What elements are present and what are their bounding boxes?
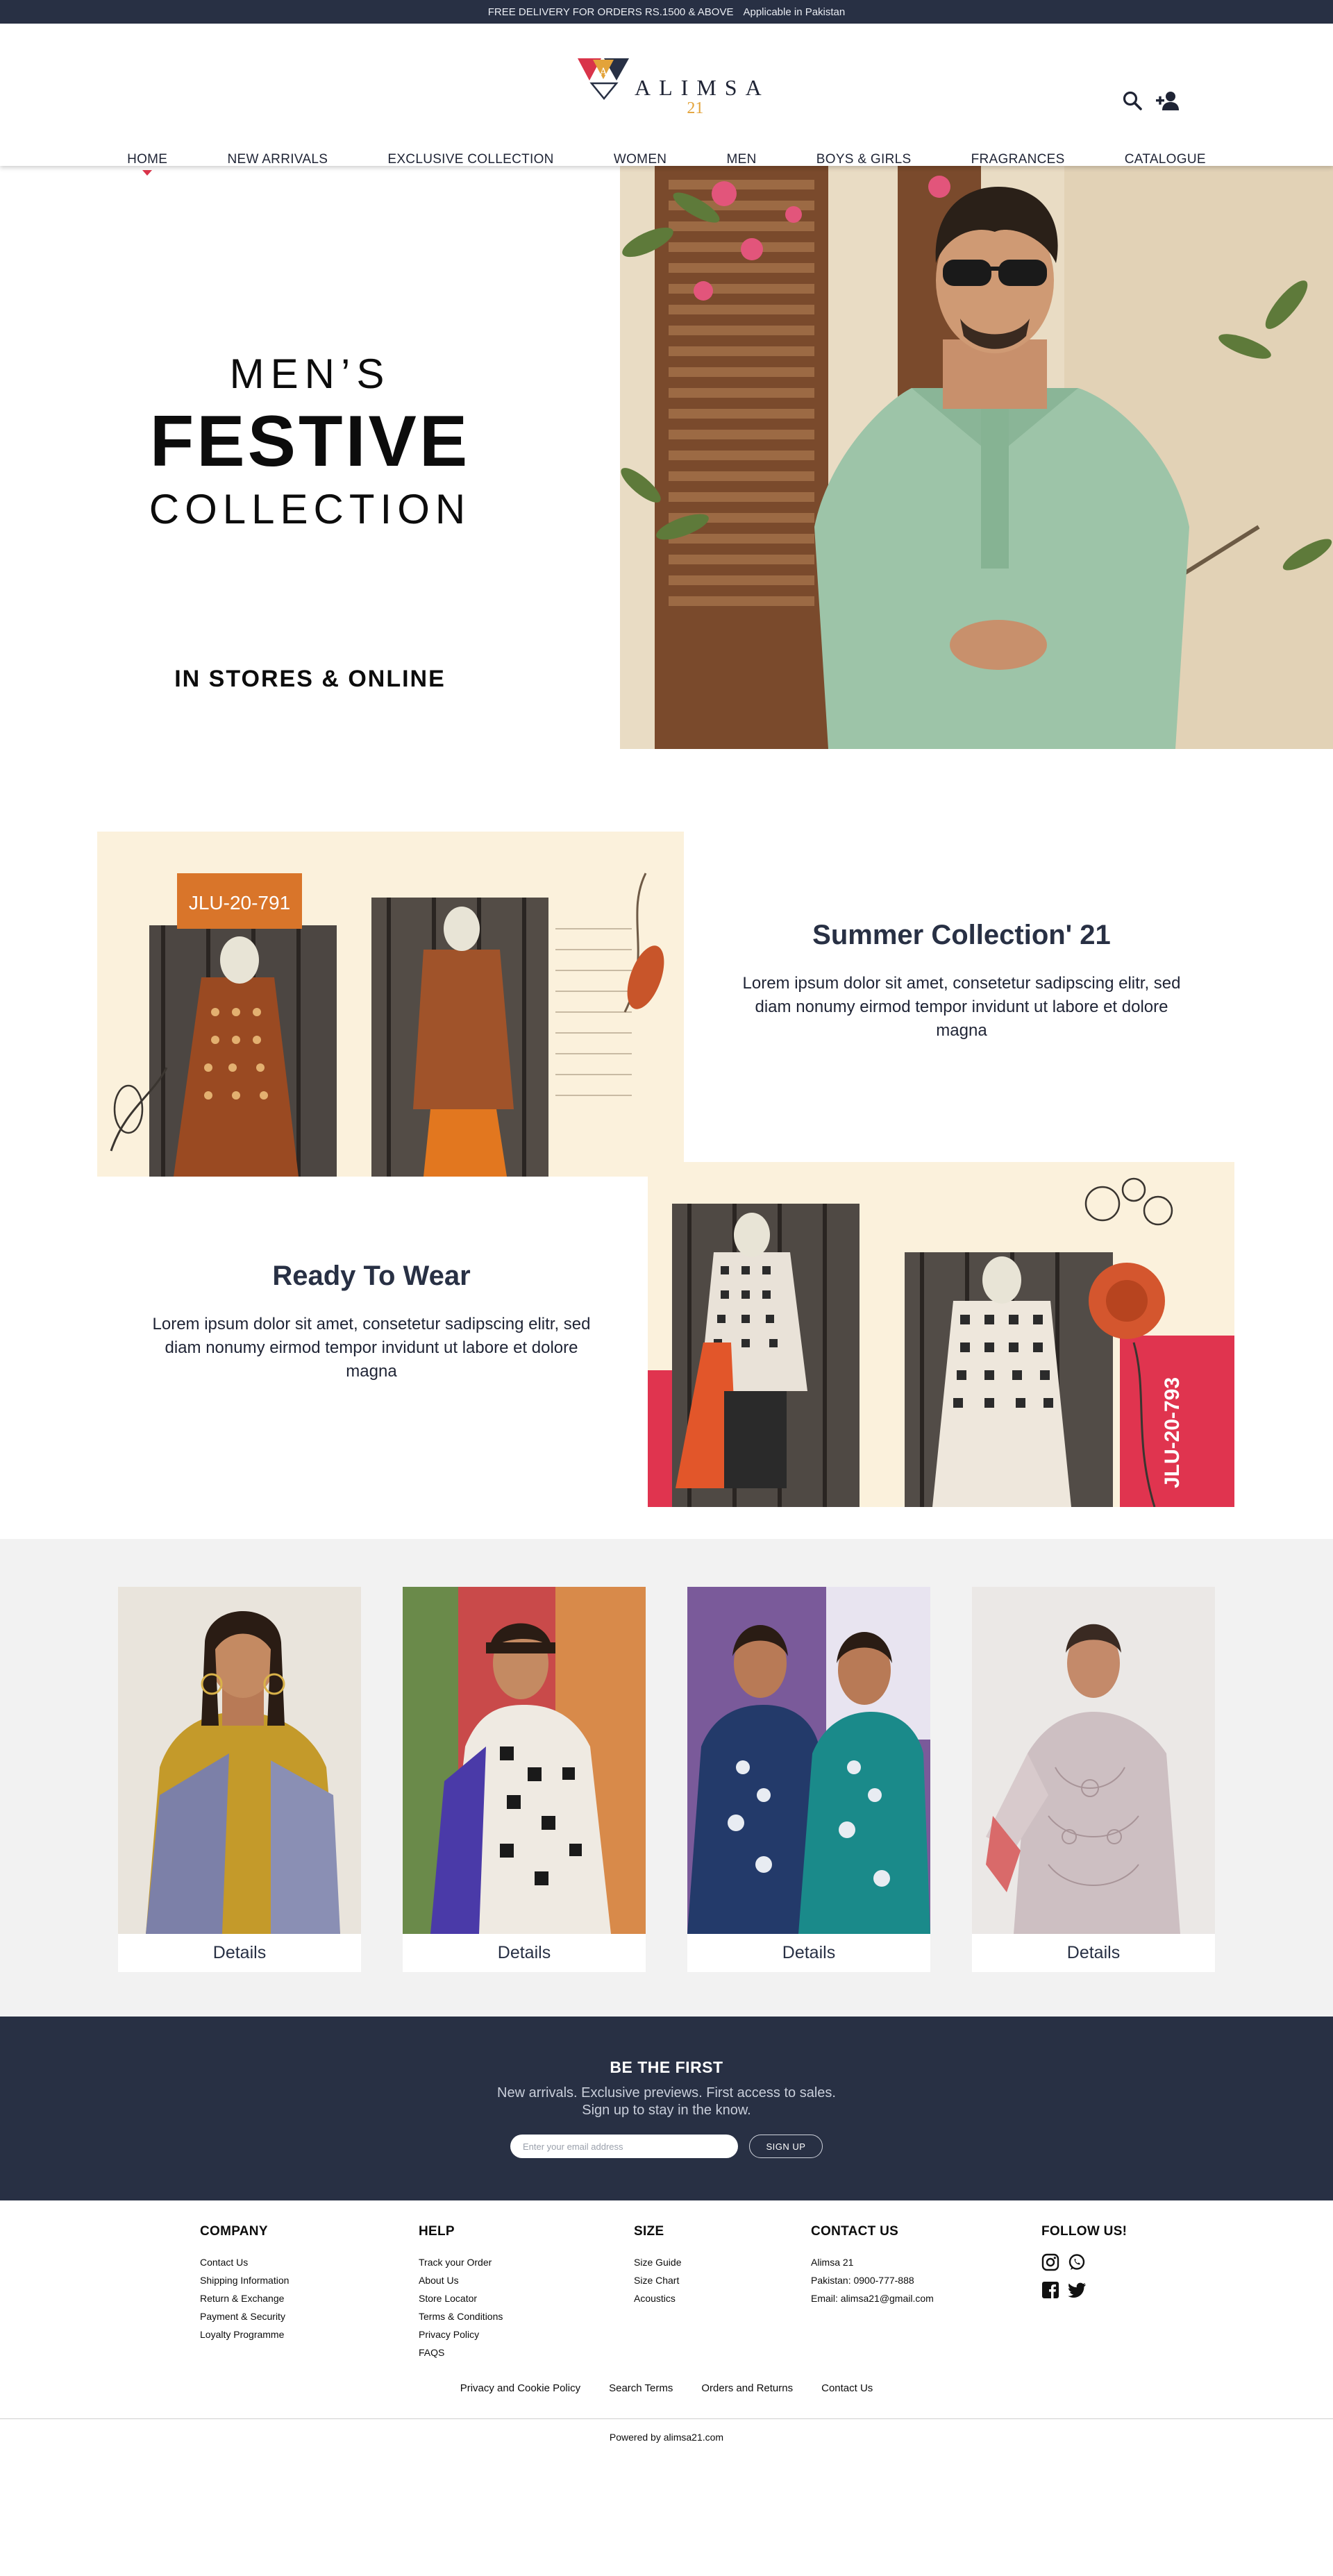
ready-to-wear-tag: JLU-20-793 — [1161, 1377, 1184, 1488]
footer-link[interactable]: Track your Order — [419, 2253, 503, 2271]
nav-catalogue[interactable]: CATALOGUE — [1125, 152, 1206, 184]
summer-collection-image[interactable]: JLU-20-791 — [97, 832, 684, 1177]
svg-text:A: A — [599, 67, 607, 78]
sign-up-button[interactable]: SIGN UP — [749, 2135, 823, 2158]
footer-link[interactable]: Return & Exchange — [200, 2289, 289, 2307]
newsletter-form: SIGN UP — [0, 2135, 1333, 2158]
details-button[interactable]: Details — [687, 1934, 930, 1972]
instagram-icon[interactable] — [1041, 2253, 1059, 2271]
feature-summer-collection: JLU-20-791 Summer Collection' 21 Lorem i… — [0, 749, 1333, 1177]
ready-to-wear-text: Ready To Wear Lorem ipsum dolor sit amet… — [139, 1261, 604, 1383]
site-footer: COMPANY Contact Us Shipping Information … — [0, 2200, 1333, 2448]
product-image[interactable] — [118, 1587, 361, 1934]
product-card[interactable]: Details — [403, 1587, 646, 1972]
promo-note: Applicable in Pakistan — [743, 6, 846, 18]
footer-follow-title: FOLLOW US! — [1041, 2224, 1127, 2239]
footer-link[interactable]: About Us — [419, 2271, 503, 2289]
nav-men[interactable]: MEN — [726, 152, 756, 184]
details-button[interactable]: Details — [403, 1934, 646, 1972]
brand-logo[interactable]: A ALIMSA 21 — [576, 54, 770, 118]
product-card[interactable]: Details — [118, 1587, 361, 1972]
footer-link[interactable]: Shipping Information — [200, 2271, 289, 2289]
privacy-cookie-link[interactable]: Privacy and Cookie Policy — [460, 2382, 580, 2394]
footer-link[interactable]: Loyalty Programme — [200, 2325, 289, 2343]
footer-link[interactable]: Terms & Conditions — [419, 2307, 503, 2325]
powered-by: Powered by alimsa21.com — [609, 2432, 724, 2443]
newsletter-line-1: New arrivals. Exclusive previews. First … — [497, 2085, 836, 2101]
footer-size: SIZE Size Guide Size Chart Acoustics — [634, 2224, 681, 2307]
details-button[interactable]: Details — [972, 1934, 1215, 1972]
legal-links: Privacy and Cookie Policy Search Terms O… — [0, 2382, 1333, 2394]
summer-collection-tag: JLU-20-791 — [189, 892, 290, 914]
product-card[interactable]: Details — [972, 1587, 1215, 1972]
hero-tagline: IN STORES & ONLINE — [174, 666, 446, 692]
ready-to-wear-image[interactable]: JLU-20-793 — [648, 1162, 1234, 1507]
facebook-icon[interactable] — [1041, 2281, 1059, 2299]
summer-collection-text: Summer Collection' 21 Lorem ipsum dolor … — [729, 920, 1194, 1043]
email-field[interactable] — [510, 2135, 738, 2158]
hero-line-2: FESTIVE — [149, 401, 471, 482]
ready-to-wear-title: Ready To Wear — [272, 1261, 471, 1291]
brand-number: 21 — [687, 99, 704, 117]
logo-triangles-icon: A — [578, 58, 629, 100]
summer-collection-body: Lorem ipsum dolor sit amet, consetetur s… — [742, 974, 1181, 1040]
product-card[interactable]: Details — [687, 1587, 930, 1972]
product-image[interactable] — [972, 1587, 1215, 1934]
search-icon[interactable] — [1122, 90, 1143, 111]
site-header: A ALIMSA 21 HOME NEW ARRIVALS EXCLUSIVE … — [0, 24, 1333, 167]
footer-contact: CONTACT US Alimsa 21 Pakistan: 0900-777-… — [811, 2224, 934, 2307]
product-grid: Details Details Details Details — [0, 1539, 1333, 2017]
brand-name: ALIMSA — [635, 75, 770, 100]
nav-home[interactable]: HOME — [127, 152, 167, 184]
footer-link[interactable]: Size Guide — [634, 2253, 681, 2271]
footer-link[interactable]: Store Locator — [419, 2289, 503, 2307]
whatsapp-icon[interactable] — [1068, 2253, 1086, 2271]
contact-email[interactable]: Email: alimsa21@gmail.com — [811, 2289, 934, 2307]
nav-new-arrivals[interactable]: NEW ARRIVALS — [227, 152, 328, 184]
product-image[interactable] — [687, 1587, 930, 1934]
add-user-icon[interactable] — [1155, 90, 1182, 111]
twitter-icon[interactable] — [1068, 2281, 1087, 2299]
footer-company-title: COMPANY — [200, 2224, 268, 2239]
newsletter-title: BE THE FIRST — [610, 2058, 723, 2076]
contact-us-link[interactable]: Contact Us — [821, 2382, 873, 2394]
footer-follow: FOLLOW US! — [1041, 2224, 1127, 2309]
footer-link[interactable]: Acoustics — [634, 2289, 681, 2307]
promo-bar: FREE DELIVERY FOR ORDERS RS.1500 & ABOVE… — [0, 0, 1333, 24]
newsletter-line-2: Sign up to stay in the know. — [582, 2103, 751, 2118]
promo-text: FREE DELIVERY FOR ORDERS RS.1500 & ABOVE — [487, 6, 734, 18]
nav-fragrances[interactable]: FRAGRANCES — [971, 152, 1065, 184]
footer-contact-title: CONTACT US — [811, 2224, 899, 2239]
footer-link[interactable]: Payment & Security — [200, 2307, 289, 2325]
footer-link[interactable]: Privacy Policy — [419, 2325, 503, 2343]
orders-returns-link[interactable]: Orders and Returns — [701, 2382, 793, 2394]
footer-divider — [0, 2418, 1333, 2419]
details-button[interactable]: Details — [118, 1934, 361, 1972]
newsletter-subtitle: New arrivals. Exclusive previews. First … — [0, 2085, 1333, 2119]
feature-ready-to-wear: JLU-20-793 Ready To Wear Lorem ipsum dol… — [0, 1162, 1333, 1539]
footer-help-title: HELP — [419, 2224, 455, 2239]
summer-collection-title: Summer Collection' 21 — [812, 920, 1111, 950]
nav-boys-girls[interactable]: BOYS & GIRLS — [816, 152, 912, 184]
footer-link[interactable]: Contact Us — [200, 2253, 289, 2271]
hero-model-photo — [620, 166, 1333, 749]
product-image[interactable] — [403, 1587, 646, 1934]
contact-phone[interactable]: Pakistan: 0900-777-888 — [811, 2271, 934, 2289]
footer-link[interactable]: Size Chart — [634, 2271, 681, 2289]
contact-name: Alimsa 21 — [811, 2257, 854, 2268]
footer-company: COMPANY Contact Us Shipping Information … — [200, 2224, 289, 2343]
newsletter-section: BE THE FIRST New arrivals. Exclusive pre… — [0, 2017, 1333, 2200]
ready-to-wear-body: Lorem ipsum dolor sit amet, consetetur s… — [152, 1315, 591, 1381]
footer-link[interactable]: FAQS — [419, 2343, 503, 2362]
search-terms-link[interactable]: Search Terms — [609, 2382, 673, 2394]
nav-women[interactable]: WOMEN — [614, 152, 666, 184]
hero-text-panel: MEN’S FESTIVE COLLECTION IN STORES & ONL… — [0, 166, 620, 749]
hero-banner[interactable]: MEN’S FESTIVE COLLECTION IN STORES & ONL… — [0, 166, 1333, 749]
hero-line-1: MEN’S — [229, 351, 391, 397]
main-nav: HOME NEW ARRIVALS EXCLUSIVE COLLECTION W… — [0, 152, 1333, 184]
hero-line-3: COLLECTION — [149, 486, 471, 532]
footer-help: HELP Track your Order About Us Store Loc… — [419, 2224, 503, 2362]
nav-exclusive-collection[interactable]: EXCLUSIVE COLLECTION — [387, 152, 553, 184]
footer-size-title: SIZE — [634, 2224, 664, 2239]
